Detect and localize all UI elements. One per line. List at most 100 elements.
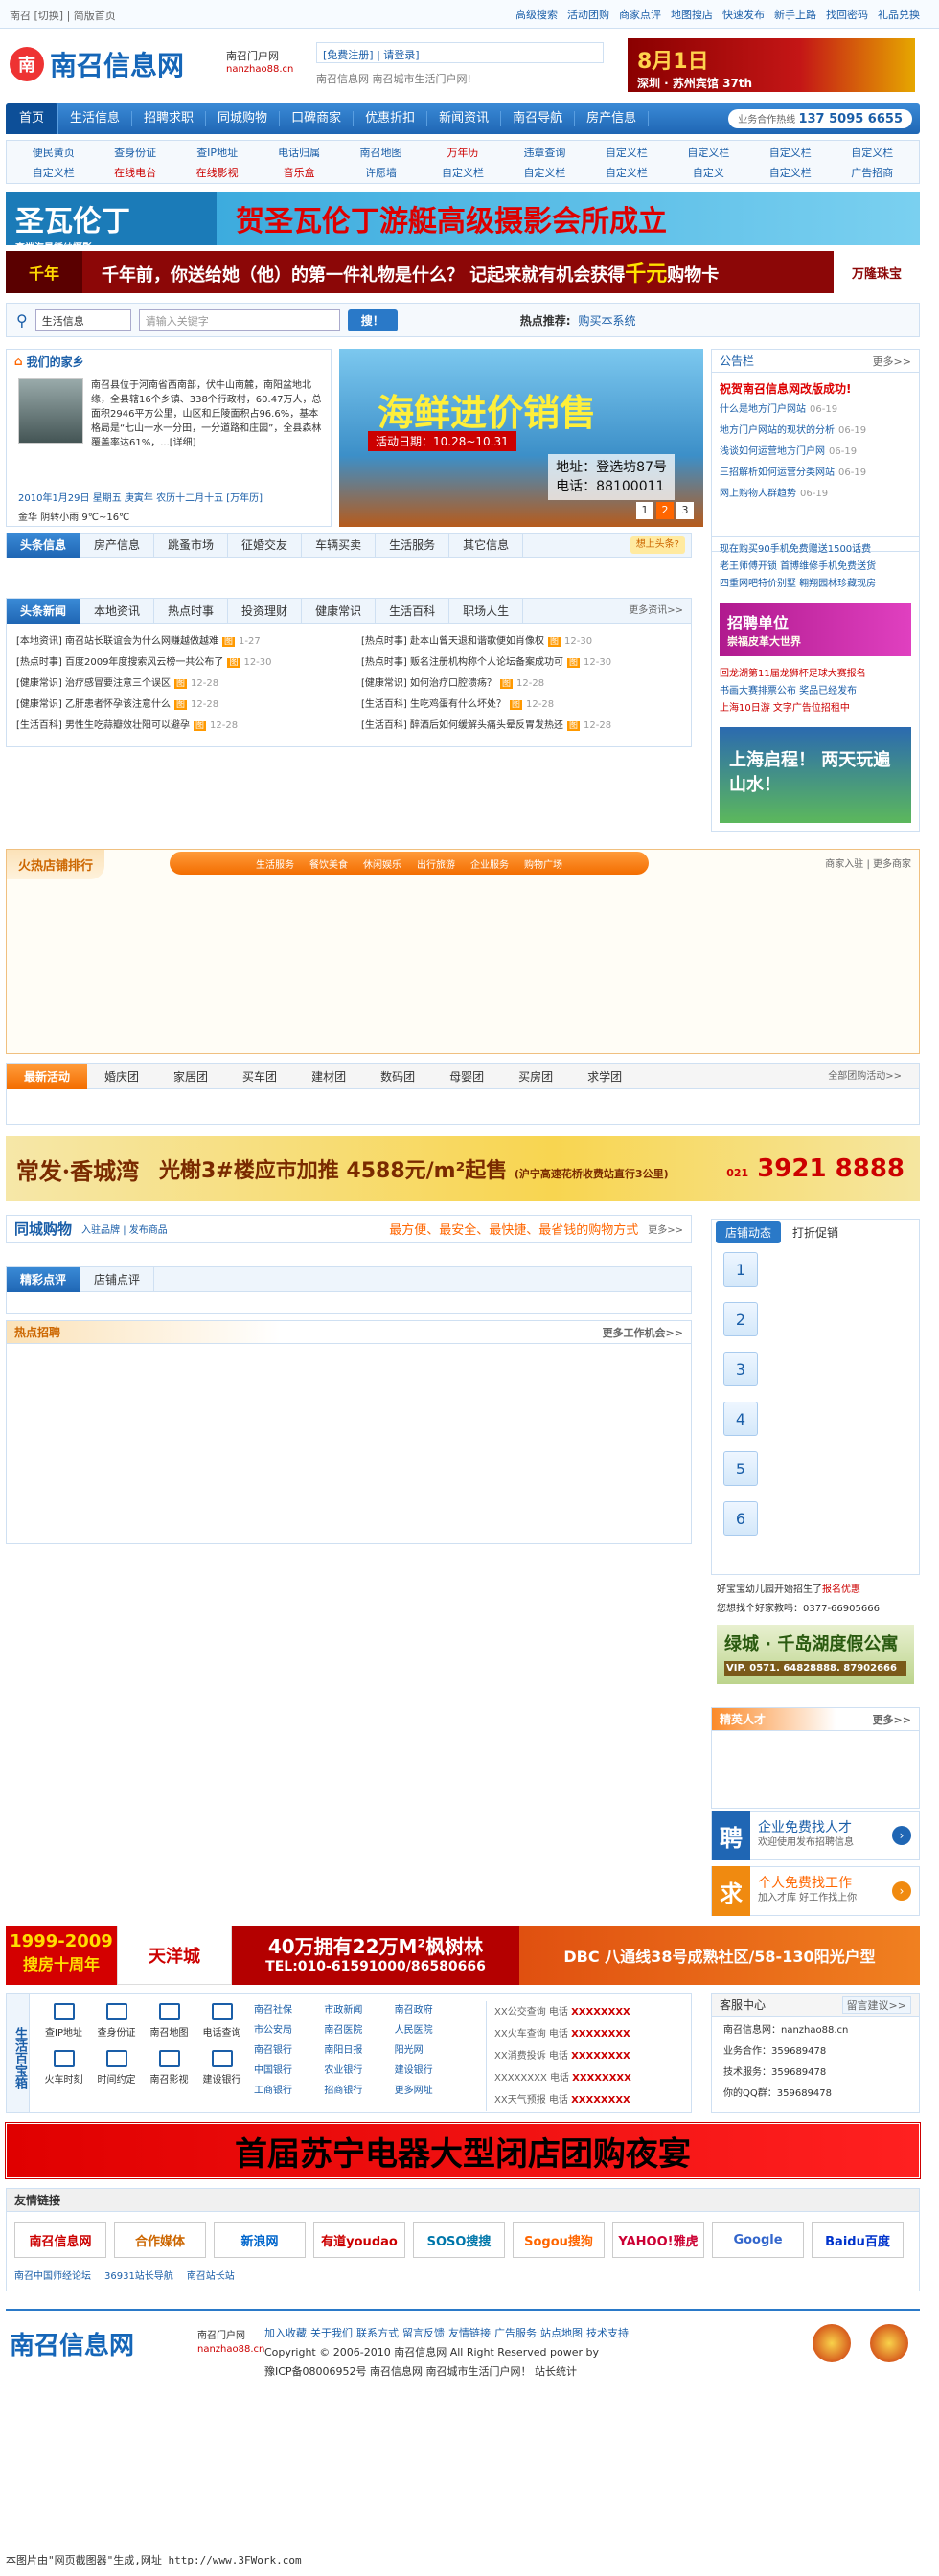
top-link-recover-password[interactable]: 找回密码 [826, 7, 868, 22]
slider-page-2[interactable]: 2 [656, 502, 674, 519]
tab-shop-reviews[interactable]: 店铺点评 [80, 1266, 155, 1292]
slider-page-3[interactable]: 3 [676, 502, 694, 519]
nav-merchants[interactable]: 口碑商家 [280, 111, 355, 126]
banner-valentine[interactable]: 圣瓦伦丁 高端海景婚纱摄影 贺圣瓦伦丁游艇高级摄影会所成立 [6, 192, 920, 254]
footer-link[interactable]: 留言反馈 [402, 2327, 445, 2339]
group-buy-more-link[interactable]: 全部团购活动>> [811, 1064, 919, 1089]
subnav-item[interactable]: 自定义栏 [832, 144, 913, 162]
hot-recommend-link[interactable]: 购买本系统 [579, 314, 636, 328]
group-buy-tab[interactable]: 家居团 [156, 1064, 225, 1089]
news-item[interactable]: [健康常识] 乙肝患者怀孕该注意什么图 12-28 [16, 695, 342, 716]
life-tool[interactable]: 电话查询 [195, 2003, 248, 2039]
group-buy-tab[interactable]: 买车团 [225, 1064, 294, 1089]
search-button[interactable]: 搜！ [347, 308, 398, 331]
friend-logo[interactable]: 合作媒体 [114, 2222, 206, 2258]
subnav-item[interactable]: 自定义 [668, 164, 749, 182]
nav-property[interactable]: 房产信息 [575, 111, 650, 126]
seafood-ad-slider[interactable]: 海鲜进价销售 活动日期：10.28~10.31 地址：登选坊87号 电话：8810… [339, 349, 703, 527]
shop-rank-number[interactable]: 5 [723, 1451, 758, 1486]
footer-link[interactable]: 友情链接 [448, 2327, 491, 2339]
hot-shop-links[interactable]: 商家入驻 | 更多商家 [825, 855, 911, 870]
subnav-item[interactable]: 自定义栏 [585, 164, 667, 182]
top-link-newbie[interactable]: 新手上路 [774, 7, 816, 22]
hot-shop-category[interactable]: 购物广场 [524, 856, 562, 871]
travel-ad[interactable]: 上海启程！ 两天玩遍山水！ [720, 727, 911, 823]
life-link[interactable]: 工商银行 [254, 2082, 324, 2096]
life-tool[interactable]: 建设银行 [195, 2050, 248, 2086]
friend-logo[interactable]: 新浪网 [214, 2222, 306, 2258]
footer-logo[interactable]: 南召信息网 [10, 2326, 134, 2361]
slider-page-1[interactable]: 1 [636, 502, 653, 519]
tab-other[interactable]: 其它信息 [449, 533, 524, 558]
hot-shop-category[interactable]: 休闲娱乐 [363, 856, 401, 871]
ad-maple[interactable]: 40万拥有22万M²枫树林 TEL:010-61591000/86580666 [232, 1926, 519, 1985]
nav-discounts[interactable]: 优惠折扣 [354, 111, 428, 126]
friend-logo[interactable]: Sogou搜狗 [513, 2222, 605, 2258]
life-tool[interactable]: 查IP地址 [37, 2003, 90, 2039]
search-input[interactable]: 请输入关键字 [138, 309, 340, 331]
promo-item[interactable]: 老王师傅开锁 首博维修手机免费送货 [720, 559, 911, 576]
subnav-item[interactable]: 音乐盒 [258, 164, 339, 182]
subnav-item[interactable]: 自定义栏 [12, 164, 94, 182]
tab-career[interactable]: 职场人生 [449, 598, 524, 624]
subnav-item[interactable]: 许愿墙 [340, 164, 422, 182]
promo-item[interactable]: 上海10日游 文字广告位招租中 [720, 700, 911, 718]
subnav-item[interactable]: 自定义栏 [749, 144, 831, 162]
top-link-quick-post[interactable]: 快速发布 [722, 7, 765, 22]
tab-health[interactable]: 健康常识 [302, 598, 377, 624]
hot-jobs-more-link[interactable]: 更多工作机会>> [603, 1325, 683, 1340]
resort-ad[interactable]: 绿城 · 千岛湖度假公寓 VIP. 0571. 64828888. 8790266… [717, 1625, 914, 1684]
tab-current-affairs[interactable]: 热点时事 [154, 598, 229, 624]
top-link-gift[interactable]: 礼品兑换 [878, 7, 920, 22]
life-link[interactable]: 阳光网 [395, 2041, 465, 2056]
tab-finance[interactable]: 投资理财 [228, 598, 303, 624]
top-link-map-search[interactable]: 地图搜店 [671, 7, 713, 22]
subnav-item[interactable]: 自定义栏 [585, 144, 667, 162]
news-item[interactable]: [热点时事] 贩名注册机构称个人论坛备案成功可图 12-30 [361, 652, 687, 673]
footer-link[interactable]: 关于我们 [310, 2327, 353, 2339]
tab-vehicles[interactable]: 车辆买卖 [302, 533, 377, 558]
news-item[interactable]: [健康常识] 治疗感冒要注意三个误区图 12-28 [16, 673, 342, 695]
feedback-button[interactable]: 留言建议>> [841, 1995, 911, 2014]
friend-logo[interactable]: YAHOO!雅虎 [612, 2222, 704, 2258]
life-link[interactable]: 市政新闻 [324, 2001, 394, 2016]
group-buy-tab[interactable]: 买房团 [501, 1064, 570, 1089]
hot-shop-category[interactable]: 出行旅游 [417, 856, 455, 871]
shopping-links[interactable]: 入驻品牌 | 发布商品 [81, 1221, 168, 1236]
life-tool[interactable]: 火车时刻 [37, 2050, 90, 2086]
tab-featured-reviews[interactable]: 精彩点评 [7, 1266, 81, 1292]
friend-logo[interactable]: SOSO搜搜 [413, 2222, 505, 2258]
tab-headline-info[interactable]: 头条信息 [7, 533, 81, 558]
friend-text-link[interactable]: 南召站长站 [187, 2268, 235, 2282]
tab-promotions[interactable]: 打折促销 [785, 1224, 846, 1241]
life-link[interactable]: 中国银行 [254, 2062, 324, 2076]
tab-shop-dynamics[interactable]: 店铺动态 [716, 1220, 782, 1243]
seeker-find-job-button[interactable]: 求 个人免费找工作 加入才库 好工作找上你 › [711, 1866, 920, 1916]
group-buy-tab[interactable]: 数码团 [363, 1064, 432, 1089]
friend-logo[interactable]: 南召信息网 [14, 2222, 106, 2258]
police-badge-icon[interactable] [870, 2324, 908, 2362]
life-link[interactable]: 南召政府 [395, 2001, 465, 2016]
tab-local-news[interactable]: 本地资讯 [80, 598, 155, 624]
footer-link[interactable]: 站点地图 [540, 2327, 583, 2339]
nav-home[interactable]: 首页 [6, 103, 59, 134]
subnav-item[interactable]: 电话归属 [258, 144, 339, 162]
life-link[interactable]: 南召银行 [254, 2041, 324, 2056]
life-tool[interactable]: 时间约定 [90, 2050, 143, 2086]
group-buy-tab[interactable]: 最新活动 [7, 1063, 88, 1089]
life-link[interactable]: 南召社保 [254, 2001, 324, 2016]
life-tool[interactable]: 南召地图 [143, 2003, 195, 2039]
footer-link[interactable]: 广告服务 [494, 2327, 537, 2339]
ad-soufun[interactable]: 1999-2009 搜房十周年 [6, 1926, 117, 1985]
recruit-ad[interactable]: 招聘单位 崇福皮革大世界 [720, 603, 911, 656]
nav-shopping[interactable]: 同城购物 [206, 111, 281, 126]
life-tool[interactable]: 南召影视 [143, 2050, 195, 2086]
subnav-item[interactable]: 违章查询 [504, 144, 585, 162]
news-item[interactable]: [生活百科] 醉酒后如何缓解头痛头晕反胃发热还图 12-28 [361, 716, 687, 737]
subnav-item[interactable]: 在线影视 [176, 164, 258, 182]
top-link-reviews[interactable]: 商家点评 [619, 7, 661, 22]
group-buy-tab[interactable]: 求学团 [570, 1064, 639, 1089]
ad-text-item[interactable]: 好宝宝幼儿园开始招生了报名优惠 [717, 1581, 914, 1600]
notice-item[interactable]: 地方门户网站的现状的分析 06-19 [720, 421, 911, 442]
tab-headline-news[interactable]: 头条新闻 [7, 598, 81, 624]
